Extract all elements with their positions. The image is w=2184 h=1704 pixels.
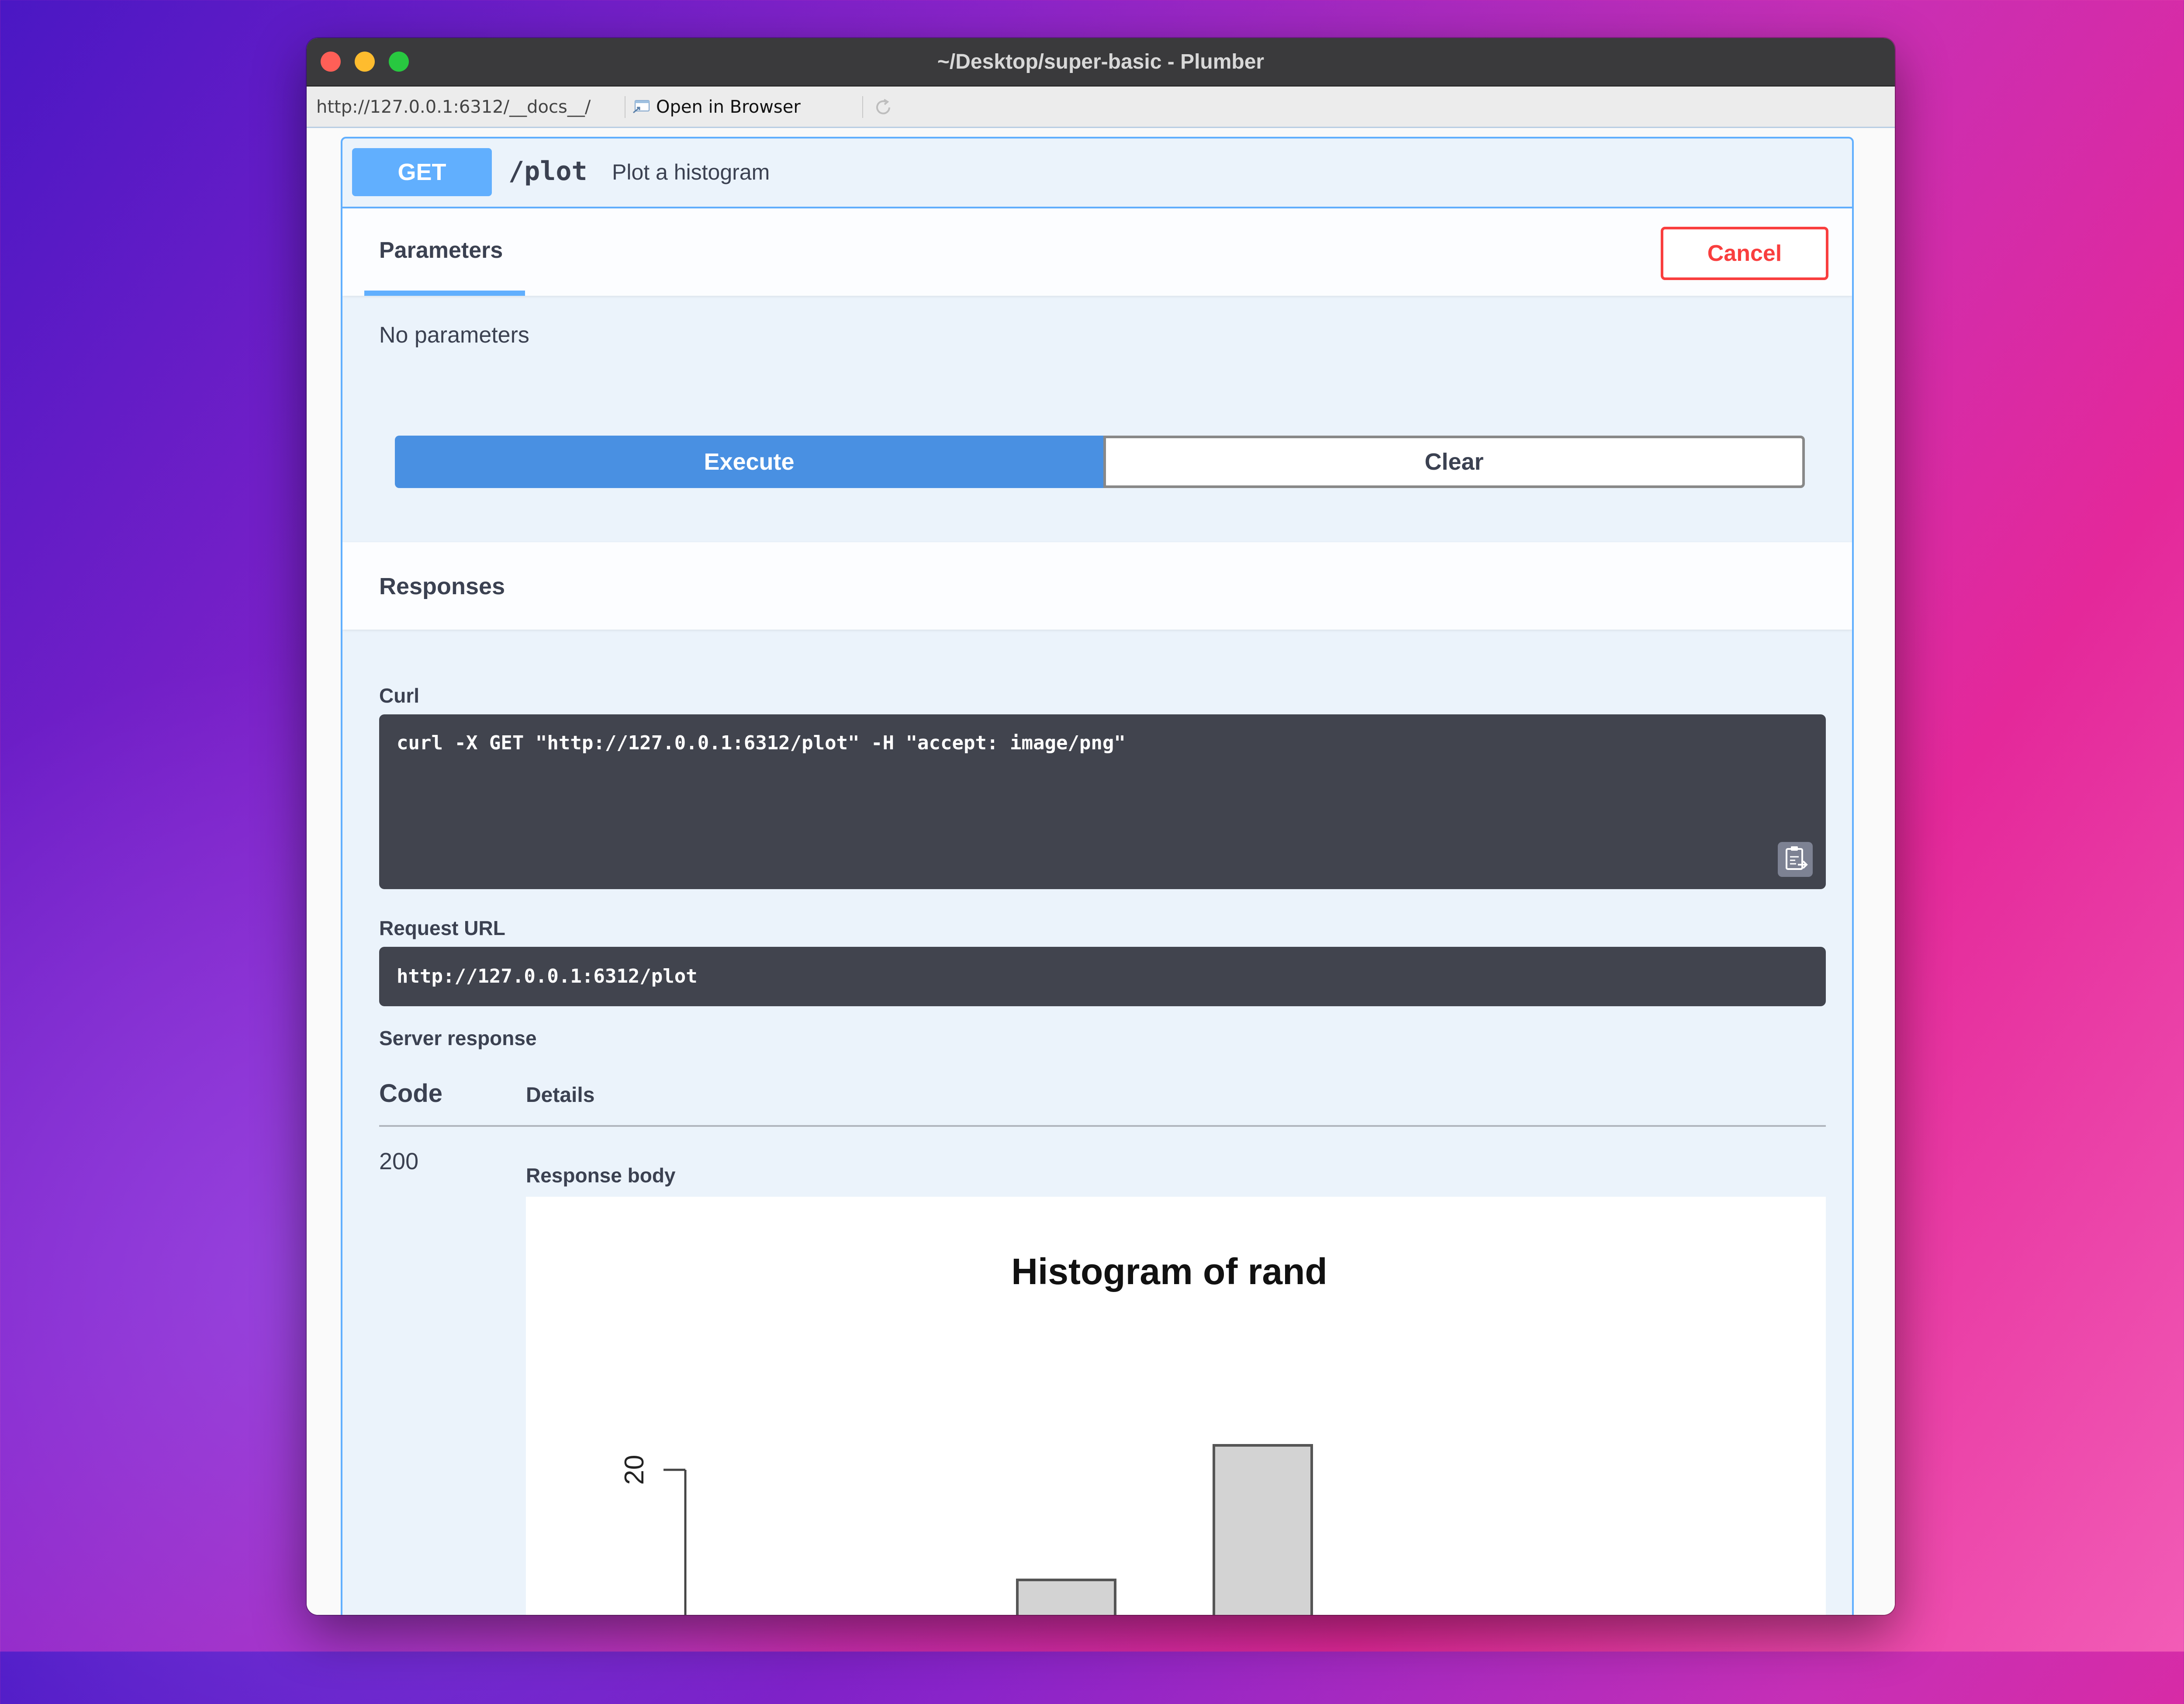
histogram-bar [1213,1444,1313,1615]
operation-path: /plot [508,156,587,187]
response-body-image: Histogram of rand 20 [526,1197,1826,1615]
browser-window-icon[interactable] [632,100,650,114]
curl-code-block[interactable]: curl -X GET "http://127.0.0.1:6312/plot"… [379,714,1826,889]
no-parameters-text: No parameters [379,322,529,348]
cancel-button[interactable]: Cancel [1661,227,1828,280]
parameters-header: Parameters Cancel [342,208,1852,296]
response-status-code: 200 [379,1148,419,1174]
responses-title: Responses [379,573,505,599]
toolbar-divider [862,96,863,118]
open-in-browser-button[interactable]: Open in Browser [656,97,801,117]
operation-summary[interactable]: GET /plot Plot a histogram [342,139,1852,208]
chart-title: Histogram of rand [1011,1251,1327,1292]
operation-block-get-plot: GET /plot Plot a histogram Parameters Ca… [341,137,1854,1615]
responses-header: Responses [342,542,1852,630]
http-method-badge: GET [352,148,492,196]
details-column-header: Details [526,1084,595,1107]
table-header-divider [379,1125,1826,1127]
request-url-label: Request URL [379,917,505,939]
curl-label: Curl [379,684,419,707]
y-tick-label: 20 [619,1455,650,1485]
y-axis: 20 [619,1455,687,1615]
swagger-docs-content: GET /plot Plot a histogram Parameters Ca… [307,128,1895,1615]
execute-button[interactable]: Execute [395,436,1103,488]
operation-description: Plot a histogram [612,160,770,184]
histogram-bar [1016,1579,1116,1615]
app-window: ~/Desktop/super-basic - Plumber http://1… [307,38,1895,1615]
title-bar: ~/Desktop/super-basic - Plumber [307,38,1895,87]
code-column-header: Code [379,1079,442,1108]
address-url[interactable]: http://127.0.0.1:6312/__docs__/ [316,97,591,117]
tab-parameters[interactable]: Parameters [379,237,503,263]
clear-button[interactable]: Clear [1103,436,1805,488]
refresh-icon[interactable] [873,97,894,118]
request-url: http://127.0.0.1:6312/plot [397,965,698,987]
response-body-label: Response body [526,1164,676,1187]
histogram-chart: Histogram of rand 20 [619,1251,1327,1615]
curl-command: curl -X GET "http://127.0.0.1:6312/plot"… [397,732,1126,754]
active-tab-indicator [364,291,525,296]
viewer-toolbar: http://127.0.0.1:6312/__docs__/ Open in … [307,87,1895,128]
server-response-label: Server response [379,1027,537,1049]
window-title: ~/Desktop/super-basic - Plumber [937,50,1265,73]
request-url-block[interactable]: http://127.0.0.1:6312/plot [379,947,1826,1006]
histogram-bars [1016,1444,1313,1615]
clipboard-copy-icon[interactable] [1778,842,1813,877]
